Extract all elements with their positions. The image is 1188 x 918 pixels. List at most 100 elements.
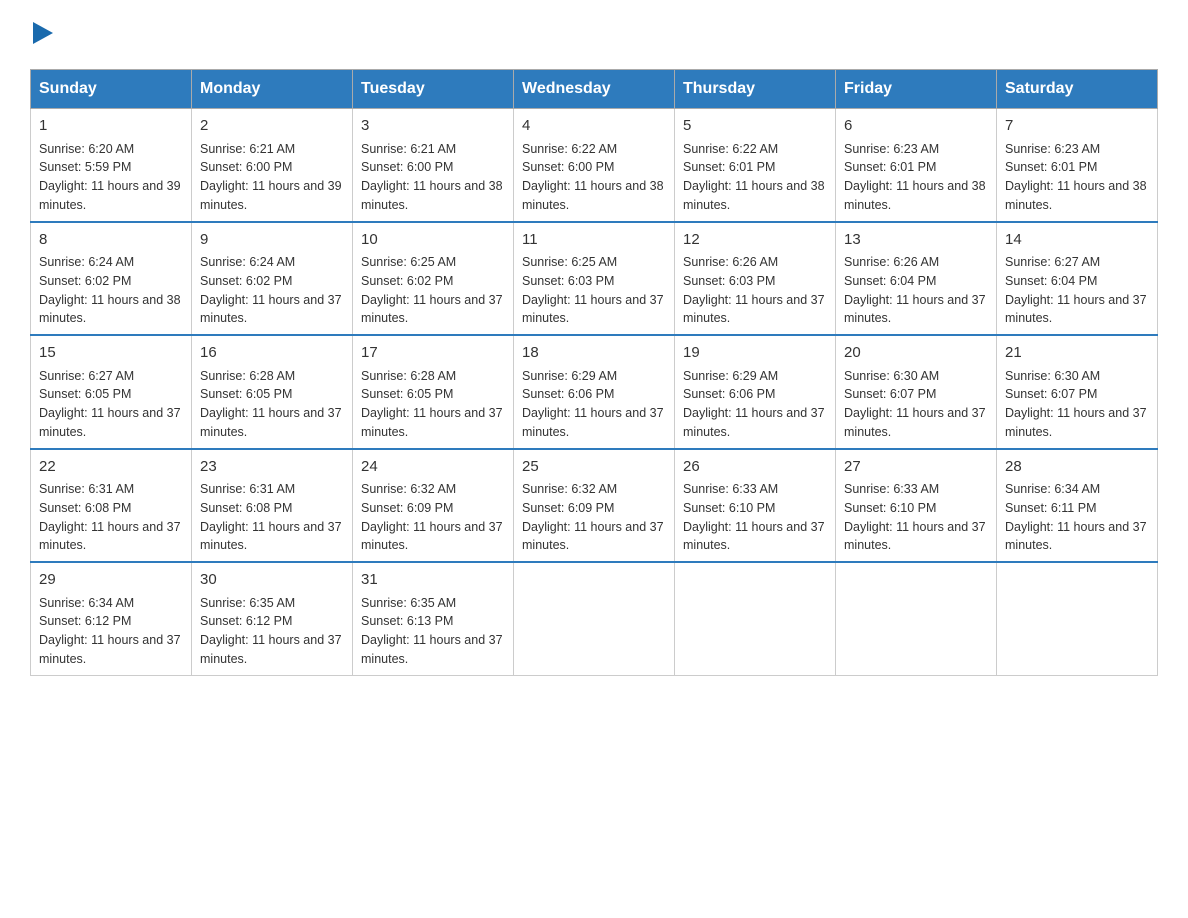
sunrise-label: Sunrise: 6:25 AM (522, 255, 617, 269)
sunset-label: Sunset: 6:12 PM (200, 614, 292, 628)
calendar-cell: 19 Sunrise: 6:29 AM Sunset: 6:06 PM Dayl… (675, 335, 836, 449)
day-header-wednesday: Wednesday (514, 70, 675, 109)
calendar-cell: 1 Sunrise: 6:20 AM Sunset: 5:59 PM Dayli… (31, 109, 192, 222)
sunrise-label: Sunrise: 6:21 AM (200, 142, 295, 156)
day-header-monday: Monday (192, 70, 353, 109)
daylight-label: Daylight: 11 hours and 38 minutes. (361, 179, 503, 212)
daylight-label: Daylight: 11 hours and 37 minutes. (683, 406, 825, 439)
day-number: 21 (1005, 342, 1149, 365)
daylight-label: Daylight: 11 hours and 37 minutes. (1005, 406, 1147, 439)
day-number: 17 (361, 342, 505, 365)
sunset-label: Sunset: 6:06 PM (683, 387, 775, 401)
sunrise-label: Sunrise: 6:34 AM (1005, 482, 1100, 496)
sunrise-label: Sunrise: 6:24 AM (200, 255, 295, 269)
sunrise-label: Sunrise: 6:21 AM (361, 142, 456, 156)
logo (30, 20, 53, 49)
sunrise-label: Sunrise: 6:27 AM (1005, 255, 1100, 269)
calendar-week-3: 15 Sunrise: 6:27 AM Sunset: 6:05 PM Dayl… (31, 335, 1158, 449)
calendar-cell: 3 Sunrise: 6:21 AM Sunset: 6:00 PM Dayli… (353, 109, 514, 222)
calendar-cell: 22 Sunrise: 6:31 AM Sunset: 6:08 PM Dayl… (31, 449, 192, 563)
daylight-label: Daylight: 11 hours and 38 minutes. (1005, 179, 1147, 212)
sunset-label: Sunset: 6:07 PM (844, 387, 936, 401)
calendar-cell (997, 562, 1158, 675)
sunrise-label: Sunrise: 6:29 AM (522, 369, 617, 383)
calendar-cell: 15 Sunrise: 6:27 AM Sunset: 6:05 PM Dayl… (31, 335, 192, 449)
day-number: 18 (522, 342, 666, 365)
daylight-label: Daylight: 11 hours and 37 minutes. (522, 520, 664, 553)
calendar-cell: 20 Sunrise: 6:30 AM Sunset: 6:07 PM Dayl… (836, 335, 997, 449)
daylight-label: Daylight: 11 hours and 37 minutes. (1005, 293, 1147, 326)
day-number: 19 (683, 342, 827, 365)
sunset-label: Sunset: 6:08 PM (39, 501, 131, 515)
day-number: 13 (844, 229, 988, 252)
day-header-tuesday: Tuesday (353, 70, 514, 109)
calendar-cell (675, 562, 836, 675)
calendar-cell: 28 Sunrise: 6:34 AM Sunset: 6:11 PM Dayl… (997, 449, 1158, 563)
day-number: 2 (200, 115, 344, 138)
sunrise-label: Sunrise: 6:27 AM (39, 369, 134, 383)
day-number: 29 (39, 569, 183, 592)
day-header-sunday: Sunday (31, 70, 192, 109)
daylight-label: Daylight: 11 hours and 37 minutes. (361, 293, 503, 326)
day-number: 4 (522, 115, 666, 138)
calendar-cell: 21 Sunrise: 6:30 AM Sunset: 6:07 PM Dayl… (997, 335, 1158, 449)
day-header-saturday: Saturday (997, 70, 1158, 109)
calendar-cell: 31 Sunrise: 6:35 AM Sunset: 6:13 PM Dayl… (353, 562, 514, 675)
daylight-label: Daylight: 11 hours and 37 minutes. (683, 293, 825, 326)
sunset-label: Sunset: 6:02 PM (200, 274, 292, 288)
sunset-label: Sunset: 6:01 PM (844, 160, 936, 174)
day-number: 7 (1005, 115, 1149, 138)
daylight-label: Daylight: 11 hours and 37 minutes. (683, 520, 825, 553)
calendar-cell: 8 Sunrise: 6:24 AM Sunset: 6:02 PM Dayli… (31, 222, 192, 336)
calendar-cell: 17 Sunrise: 6:28 AM Sunset: 6:05 PM Dayl… (353, 335, 514, 449)
day-number: 12 (683, 229, 827, 252)
day-number: 16 (200, 342, 344, 365)
day-header-friday: Friday (836, 70, 997, 109)
sunset-label: Sunset: 6:00 PM (361, 160, 453, 174)
day-number: 31 (361, 569, 505, 592)
sunrise-label: Sunrise: 6:22 AM (522, 142, 617, 156)
calendar-cell: 7 Sunrise: 6:23 AM Sunset: 6:01 PM Dayli… (997, 109, 1158, 222)
sunset-label: Sunset: 6:04 PM (1005, 274, 1097, 288)
daylight-label: Daylight: 11 hours and 38 minutes. (39, 293, 181, 326)
calendar-cell (836, 562, 997, 675)
sunset-label: Sunset: 6:13 PM (361, 614, 453, 628)
sunset-label: Sunset: 6:03 PM (522, 274, 614, 288)
sunset-label: Sunset: 6:07 PM (1005, 387, 1097, 401)
sunrise-label: Sunrise: 6:22 AM (683, 142, 778, 156)
sunrise-label: Sunrise: 6:23 AM (1005, 142, 1100, 156)
sunset-label: Sunset: 6:11 PM (1005, 501, 1097, 515)
sunset-label: Sunset: 6:01 PM (683, 160, 775, 174)
day-number: 27 (844, 456, 988, 479)
daylight-label: Daylight: 11 hours and 37 minutes. (522, 293, 664, 326)
calendar-cell: 26 Sunrise: 6:33 AM Sunset: 6:10 PM Dayl… (675, 449, 836, 563)
calendar-week-5: 29 Sunrise: 6:34 AM Sunset: 6:12 PM Dayl… (31, 562, 1158, 675)
daylight-label: Daylight: 11 hours and 37 minutes. (844, 406, 986, 439)
daylight-label: Daylight: 11 hours and 38 minutes. (683, 179, 825, 212)
calendar-header-row: SundayMondayTuesdayWednesdayThursdayFrid… (31, 70, 1158, 109)
sunrise-label: Sunrise: 6:25 AM (361, 255, 456, 269)
calendar-cell: 2 Sunrise: 6:21 AM Sunset: 6:00 PM Dayli… (192, 109, 353, 222)
day-number: 14 (1005, 229, 1149, 252)
calendar-cell: 16 Sunrise: 6:28 AM Sunset: 6:05 PM Dayl… (192, 335, 353, 449)
daylight-label: Daylight: 11 hours and 37 minutes. (39, 633, 181, 666)
sunrise-label: Sunrise: 6:20 AM (39, 142, 134, 156)
logo-arrow-icon (33, 22, 53, 44)
daylight-label: Daylight: 11 hours and 37 minutes. (361, 633, 503, 666)
day-number: 26 (683, 456, 827, 479)
day-number: 5 (683, 115, 827, 138)
sunset-label: Sunset: 6:10 PM (844, 501, 936, 515)
daylight-label: Daylight: 11 hours and 37 minutes. (361, 520, 503, 553)
day-header-thursday: Thursday (675, 70, 836, 109)
sunset-label: Sunset: 6:06 PM (522, 387, 614, 401)
calendar-cell: 5 Sunrise: 6:22 AM Sunset: 6:01 PM Dayli… (675, 109, 836, 222)
sunrise-label: Sunrise: 6:31 AM (39, 482, 134, 496)
calendar-cell: 13 Sunrise: 6:26 AM Sunset: 6:04 PM Dayl… (836, 222, 997, 336)
calendar-cell: 4 Sunrise: 6:22 AM Sunset: 6:00 PM Dayli… (514, 109, 675, 222)
day-number: 8 (39, 229, 183, 252)
sunset-label: Sunset: 6:09 PM (361, 501, 453, 515)
day-number: 9 (200, 229, 344, 252)
daylight-label: Daylight: 11 hours and 37 minutes. (39, 406, 181, 439)
calendar-cell: 10 Sunrise: 6:25 AM Sunset: 6:02 PM Dayl… (353, 222, 514, 336)
day-number: 25 (522, 456, 666, 479)
